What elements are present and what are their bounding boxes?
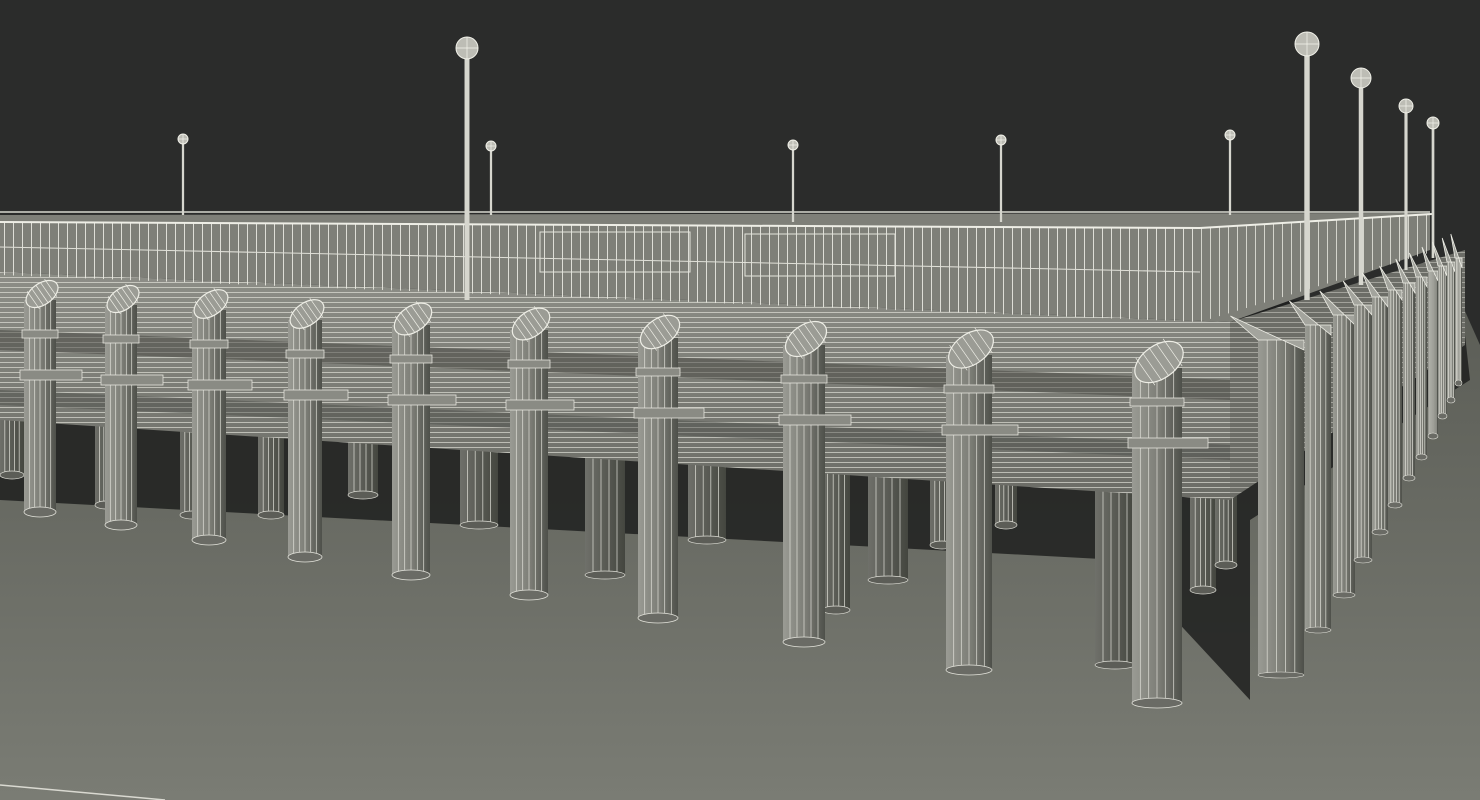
- pier-scene: [0, 0, 1480, 800]
